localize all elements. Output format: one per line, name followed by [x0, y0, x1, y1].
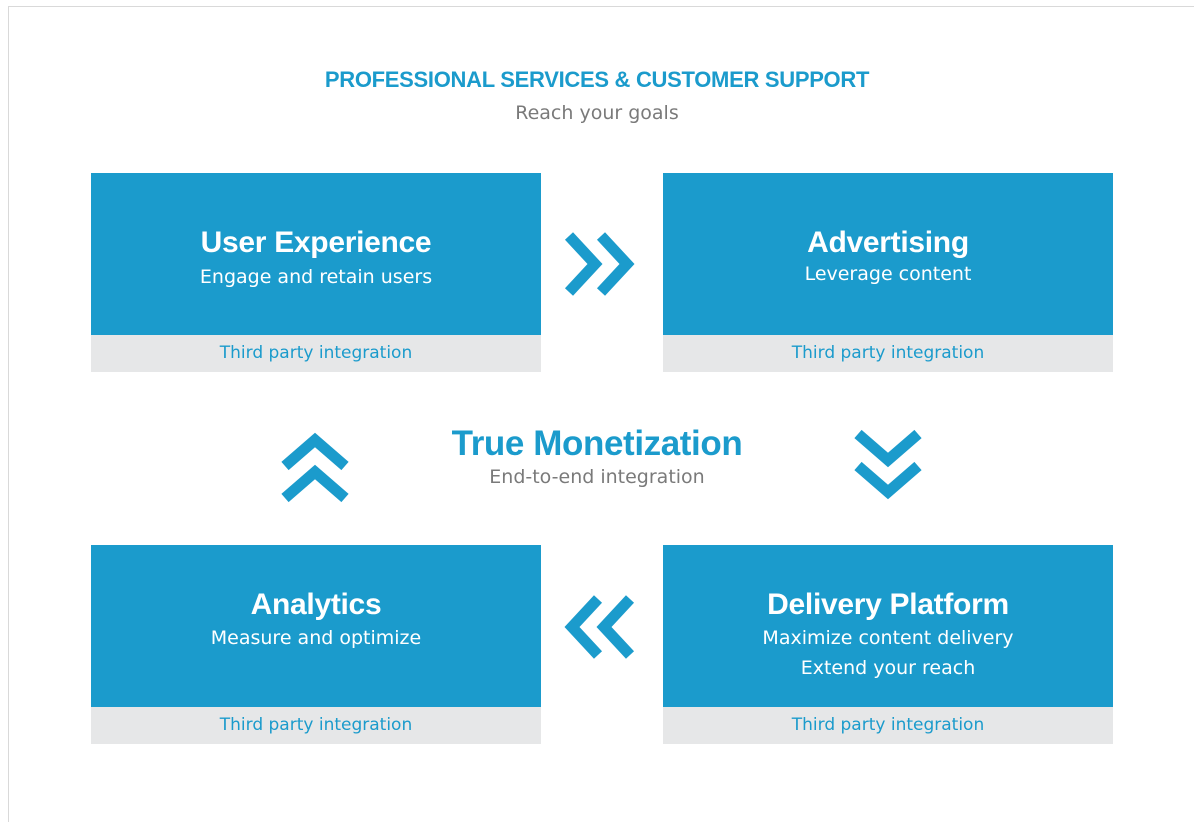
card-advertising: Advertising Leverage content Third party… — [663, 173, 1113, 372]
card-footer: Third party integration — [91, 335, 541, 372]
card-body: Delivery Platform Maximize content deliv… — [663, 545, 1113, 707]
center-subtitle: End-to-end integration — [489, 466, 705, 488]
card-user-experience: User Experience Engage and retain users … — [91, 173, 541, 372]
card-description: Engage and retain users — [199, 266, 433, 288]
card-body: User Experience Engage and retain users — [91, 173, 541, 335]
card-description: Maximize content delivery — [762, 627, 1014, 649]
card-footer-label: Third party integration — [219, 715, 413, 735]
card-description: Measure and optimize — [210, 627, 422, 649]
center-title: True Monetization — [451, 424, 743, 463]
page-subtitle: Reach your goals — [515, 102, 679, 124]
card-body: Analytics Measure and optimize — [91, 545, 541, 707]
double-chevron-up-icon — [281, 432, 349, 503]
card-analytics: Analytics Measure and optimize Third par… — [91, 545, 541, 744]
double-chevron-down-icon — [854, 429, 922, 500]
card-delivery-platform: Delivery Platform Maximize content deliv… — [663, 545, 1113, 744]
card-footer-label: Third party integration — [791, 343, 985, 363]
page-title: PROFESSIONAL SERVICES & CUSTOMER SUPPORT — [324, 67, 870, 92]
card-title: Delivery Platform — [767, 588, 1009, 621]
card-description: Leverage content — [804, 263, 972, 285]
card-footer: Third party integration — [91, 707, 541, 744]
card-description-secondary: Extend your reach — [800, 657, 976, 679]
card-body: Advertising Leverage content — [663, 173, 1113, 335]
card-footer-label: Third party integration — [791, 715, 985, 735]
card-title: Analytics — [250, 588, 382, 621]
card-footer-label: Third party integration — [219, 343, 413, 363]
card-footer: Third party integration — [663, 335, 1113, 372]
double-chevron-right-icon — [564, 232, 635, 296]
card-title: User Experience — [200, 226, 432, 259]
card-title: Advertising — [807, 226, 969, 259]
double-chevron-left-icon — [564, 595, 635, 659]
card-footer: Third party integration — [663, 707, 1113, 744]
